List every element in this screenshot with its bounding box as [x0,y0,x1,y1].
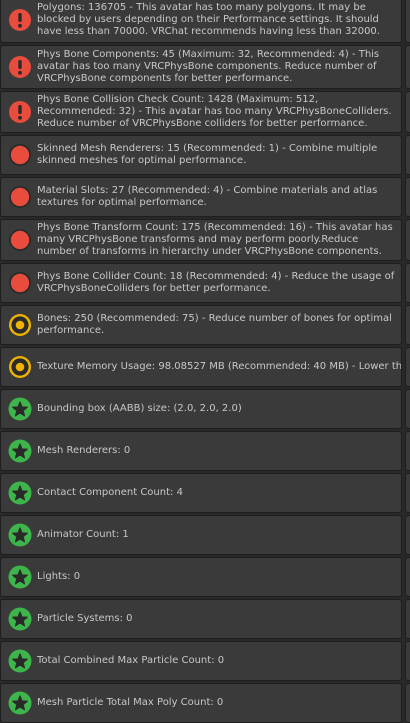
green-star-icon [8,565,32,589]
validation-message-ok: Mesh Renderers: 0 [0,431,402,471]
validation-message-text: Total Combined Max Particle Count: 0 [37,655,225,666]
adjacent-panel-edge [405,0,410,43]
validation-message-very-poor: Skinned Mesh Renderers: 15 (Recommended:… [0,135,402,175]
validation-message-text: Particle Systems: 0 [37,613,133,624]
validation-message-ok: Total Combined Max Particle Count: 0 [0,641,402,681]
green-star-icon [8,523,32,547]
validation-message-text: Phys Bone Collision Check Count: 1428 (M… [37,94,392,129]
validation-message-medium: Bones: 250 (Recommended: 75) - Reduce nu… [0,305,402,345]
adjacent-panel-edge [405,135,410,175]
red-circle-icon [9,229,31,251]
adjacent-panel-edge [405,177,410,217]
validation-message-text: Phys Bone Transform Count: 175 (Recommen… [37,222,393,257]
validation-message-ok: Contact Component Count: 4 [0,473,402,513]
adjacent-panel-edge [405,91,410,133]
green-star-icon [8,481,32,505]
green-star-icon [8,397,32,421]
red-circle-icon [9,186,31,208]
adjacent-panel-edge [405,599,410,639]
validation-message-text: Texture Memory Usage: 98.08527 MB (Recom… [37,361,402,372]
red-circle-icon [9,272,31,294]
adjacent-panel-edge [405,683,410,723]
validation-message-text: Material Slots: 27 (Recommended: 4) - Co… [37,185,378,208]
validation-message-text: Lights: 0 [37,571,81,582]
validation-message-text: Skinned Mesh Renderers: 15 (Recommended:… [37,143,378,166]
exclamation-icon [9,9,31,31]
validation-message-text: Bones: 250 (Recommended: 75) - Reduce nu… [37,313,392,336]
validation-message-very-poor: Phys Bone Transform Count: 175 (Recommen… [0,219,402,261]
yellow-circle-icon [9,356,31,378]
validation-message-ok: Lights: 0 [0,557,402,597]
validation-message-very-poor: Material Slots: 27 (Recommended: 4) - Co… [0,177,402,217]
adjacent-panel-edge [405,263,410,303]
exclamation-icon [9,101,31,123]
adjacent-panel-edge [405,473,410,513]
adjacent-panel-edge [405,515,410,555]
validation-message-medium: Texture Memory Usage: 98.08527 MB (Recom… [0,347,402,387]
validation-message-error: Polygons: 136705 - This avatar has too m… [0,0,402,43]
green-star-icon [8,691,32,715]
validation-message-text: Bounding box (AABB) size: (2.0, 2.0, 2.0… [37,403,242,414]
adjacent-panel-edge [405,45,410,89]
validation-message-ok: Mesh Particle Total Max Poly Count: 0 [0,683,402,723]
red-circle-icon [9,144,31,166]
adjacent-panel-edge [405,557,410,597]
validation-message-text: Polygons: 136705 - This avatar has too m… [37,2,380,37]
yellow-circle-icon [9,314,31,336]
validation-message-text: Phys Bone Collider Count: 18 (Recommende… [37,271,395,294]
green-star-icon [8,649,32,673]
adjacent-panel-edge [405,219,410,261]
validation-message-error: Phys Bone Components: 45 (Maximum: 32, R… [0,45,402,89]
validation-message-text: Contact Component Count: 4 [37,487,183,498]
validation-message-text: Animator Count: 1 [37,529,129,540]
green-star-icon [8,607,32,631]
adjacent-panel-edge [405,389,410,429]
validation-message-ok: Particle Systems: 0 [0,599,402,639]
adjacent-panel-edge [405,347,410,387]
validation-message-text: Mesh Particle Total Max Poly Count: 0 [37,697,224,708]
green-star-icon [8,439,32,463]
adjacent-panel-edge [405,431,410,471]
validation-message-text: Mesh Renderers: 0 [37,445,131,456]
adjacent-panel-edge [405,641,410,681]
validation-message-very-poor: Phys Bone Collider Count: 18 (Recommende… [0,263,402,303]
validation-message-ok: Bounding box (AABB) size: (2.0, 2.0, 2.0… [0,389,402,429]
validation-message-text: Phys Bone Components: 45 (Maximum: 32, R… [37,49,380,84]
adjacent-panel-edge [405,305,410,345]
exclamation-icon [9,56,31,78]
validation-message-ok: Animator Count: 1 [0,515,402,555]
validation-message-error: Phys Bone Collision Check Count: 1428 (M… [0,91,402,133]
